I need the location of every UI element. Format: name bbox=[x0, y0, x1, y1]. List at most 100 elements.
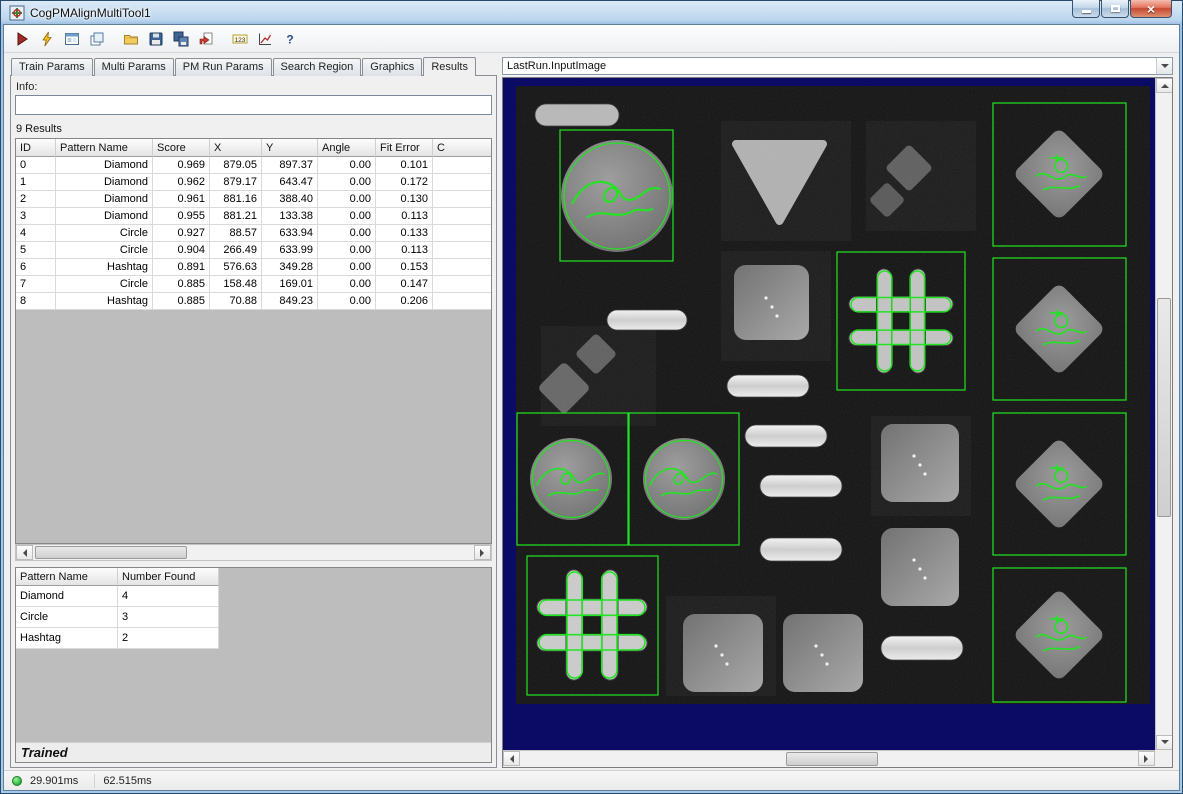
summary-count-cell[interactable]: 2 bbox=[118, 628, 219, 649]
result-cell[interactable]: 576.63 bbox=[210, 259, 262, 276]
result-cell[interactable]: 0.113 bbox=[376, 242, 433, 259]
result-cell[interactable]: Diamond bbox=[56, 157, 153, 174]
result-cell[interactable]: 169.01 bbox=[262, 276, 318, 293]
result-cell[interactable]: 4 bbox=[16, 225, 56, 242]
scroll-up-button[interactable] bbox=[1156, 78, 1173, 93]
result-row[interactable]: 1Diamond0.962879.17643.470.000.172 bbox=[16, 174, 492, 191]
result-cell[interactable]: 0.133 bbox=[376, 225, 433, 242]
summary-row[interactable]: Diamond4 bbox=[16, 586, 219, 607]
result-cell[interactable]: 633.94 bbox=[262, 225, 318, 242]
result-cell[interactable]: Circle bbox=[56, 276, 153, 293]
tab-pm-run-params[interactable]: PM Run Params bbox=[175, 58, 272, 76]
result-row[interactable]: 3Diamond0.955881.21133.380.000.113 bbox=[16, 208, 492, 225]
tab-train-params[interactable]: Train Params bbox=[11, 58, 93, 76]
minimize-button[interactable] bbox=[1072, 0, 1100, 18]
image-source-combobox[interactable]: LastRun.InputImage bbox=[502, 57, 1173, 75]
result-row[interactable]: 7Circle0.885158.48169.010.000.147 bbox=[16, 276, 492, 293]
result-cell[interactable]: 6 bbox=[16, 259, 56, 276]
result-cell[interactable]: Diamond bbox=[56, 174, 153, 191]
result-cell[interactable]: 0.969 bbox=[153, 157, 210, 174]
results-column-header[interactable]: Pattern Name bbox=[56, 139, 153, 157]
result-cell[interactable]: 879.17 bbox=[210, 174, 262, 191]
results-column-header[interactable]: C bbox=[433, 139, 492, 157]
result-cell[interactable]: 5 bbox=[16, 242, 56, 259]
result-cell[interactable]: 0.147 bbox=[376, 276, 433, 293]
import-tool-button[interactable] bbox=[194, 27, 218, 51]
result-cell[interactable]: 0.00 bbox=[318, 259, 376, 276]
result-cell[interactable]: 1 bbox=[16, 174, 56, 191]
result-cell[interactable]: 0.206 bbox=[376, 293, 433, 310]
results-column-header[interactable]: Y bbox=[262, 139, 318, 157]
float-window-button[interactable] bbox=[85, 27, 109, 51]
results-column-header[interactable]: ID bbox=[16, 139, 56, 157]
result-cell[interactable]: 0.962 bbox=[153, 174, 210, 191]
result-cell[interactable]: 0.00 bbox=[318, 174, 376, 191]
result-cell[interactable]: 0.00 bbox=[318, 293, 376, 310]
result-cell[interactable]: 0.172 bbox=[376, 174, 433, 191]
run-button[interactable] bbox=[10, 27, 34, 51]
help-button[interactable]: ? bbox=[278, 27, 302, 51]
result-cell[interactable]: 0.885 bbox=[153, 276, 210, 293]
combo-dropdown-button[interactable] bbox=[1156, 58, 1172, 74]
result-cell[interactable]: 388.40 bbox=[262, 191, 318, 208]
summary-pattern-cell[interactable]: Circle bbox=[16, 607, 118, 628]
open-file-button[interactable] bbox=[119, 27, 143, 51]
summary-pattern-cell[interactable]: Hashtag bbox=[16, 628, 118, 649]
result-cell[interactable]: 7 bbox=[16, 276, 56, 293]
result-cell[interactable]: 158.48 bbox=[210, 276, 262, 293]
result-cell[interactable]: 643.47 bbox=[262, 174, 318, 191]
result-cell[interactable]: 0 bbox=[16, 157, 56, 174]
result-cell[interactable]: 349.28 bbox=[262, 259, 318, 276]
results-hscrollbar[interactable] bbox=[15, 544, 492, 561]
result-cell[interactable]: 879.05 bbox=[210, 157, 262, 174]
scroll-left-button[interactable] bbox=[16, 545, 33, 560]
result-row[interactable]: 0Diamond0.969879.05897.370.000.101 bbox=[16, 157, 492, 174]
scroll-left-button[interactable] bbox=[503, 751, 520, 766]
close-button[interactable]: × bbox=[1130, 0, 1172, 18]
result-cell[interactable]: 0.961 bbox=[153, 191, 210, 208]
result-row[interactable]: 6Hashtag0.891576.63349.280.000.153 bbox=[16, 259, 492, 276]
result-cell[interactable]: 0.00 bbox=[318, 208, 376, 225]
image-vscrollbar[interactable] bbox=[1155, 78, 1172, 750]
summary-count-cell[interactable]: 4 bbox=[118, 586, 219, 607]
result-cell[interactable]: Diamond bbox=[56, 191, 153, 208]
save-all-button[interactable] bbox=[169, 27, 193, 51]
result-cell[interactable]: 88.57 bbox=[210, 225, 262, 242]
electric-run-button[interactable] bbox=[35, 27, 59, 51]
result-cell[interactable]: 849.23 bbox=[262, 293, 318, 310]
result-cell[interactable]: 0.00 bbox=[318, 276, 376, 293]
result-row[interactable]: 8Hashtag0.88570.88849.230.000.206 bbox=[16, 293, 492, 310]
result-cell[interactable]: 0.927 bbox=[153, 225, 210, 242]
result-cell[interactable]: 0.153 bbox=[376, 259, 433, 276]
results-column-header[interactable]: X bbox=[210, 139, 262, 157]
scroll-track[interactable] bbox=[1156, 93, 1172, 735]
input-image-display[interactable] bbox=[516, 86, 1150, 704]
maximize-button[interactable] bbox=[1101, 0, 1129, 18]
result-cell[interactable]: Circle bbox=[56, 225, 153, 242]
result-cell[interactable]: 0.904 bbox=[153, 242, 210, 259]
image-viewport[interactable] bbox=[502, 77, 1173, 768]
show-result-display-button[interactable] bbox=[60, 27, 84, 51]
titlebar[interactable]: CogPMAlignMultiTool1 × bbox=[3, 0, 1180, 24]
scroll-thumb[interactable] bbox=[35, 546, 187, 559]
summary-pattern-cell[interactable]: Diamond bbox=[16, 586, 118, 607]
profiler-button[interactable] bbox=[253, 27, 277, 51]
tab-results[interactable]: Results bbox=[423, 57, 476, 76]
tab-graphics[interactable]: Graphics bbox=[362, 58, 422, 76]
result-cell[interactable]: 70.88 bbox=[210, 293, 262, 310]
result-cell[interactable]: 0.00 bbox=[318, 242, 376, 259]
scroll-down-button[interactable] bbox=[1156, 735, 1173, 750]
tab-multi-params[interactable]: Multi Params bbox=[94, 58, 174, 76]
result-cell[interactable]: 3 bbox=[16, 208, 56, 225]
result-cell[interactable]: Diamond bbox=[56, 208, 153, 225]
result-cell[interactable]: 633.99 bbox=[262, 242, 318, 259]
result-cell[interactable]: 266.49 bbox=[210, 242, 262, 259]
save-file-button[interactable] bbox=[144, 27, 168, 51]
result-row[interactable]: 2Diamond0.961881.16388.400.000.130 bbox=[16, 191, 492, 208]
result-row[interactable]: 5Circle0.904266.49633.990.000.113 bbox=[16, 242, 492, 259]
result-cell[interactable]: 2 bbox=[16, 191, 56, 208]
result-cell[interactable]: 0.130 bbox=[376, 191, 433, 208]
scroll-thumb[interactable] bbox=[786, 752, 879, 766]
info-field[interactable] bbox=[15, 95, 492, 115]
result-cell[interactable]: 0.955 bbox=[153, 208, 210, 225]
